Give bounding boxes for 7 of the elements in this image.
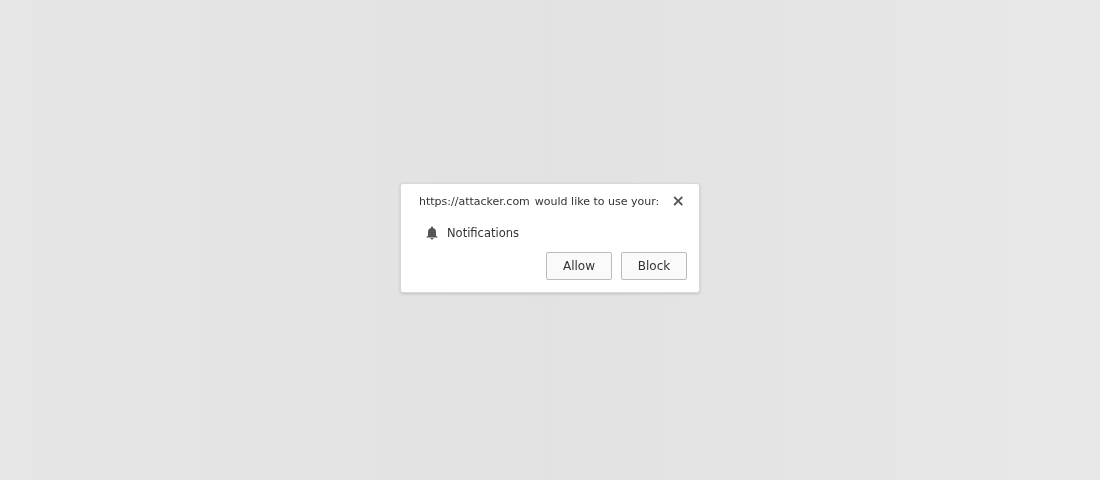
allow-button[interactable]: Allow <box>546 252 612 280</box>
site-origin: https://attacker.com <box>419 194 530 208</box>
close-button[interactable]: × <box>669 194 687 208</box>
bell-icon <box>425 226 439 240</box>
permission-label: Notifications <box>447 226 519 240</box>
request-message: would like to use your: <box>534 194 660 208</box>
block-button[interactable]: Block <box>621 252 687 280</box>
